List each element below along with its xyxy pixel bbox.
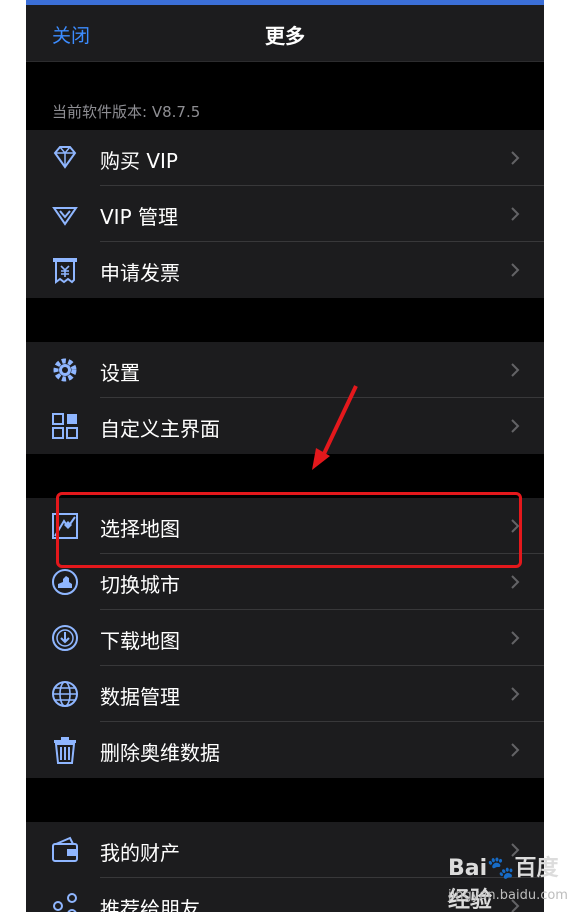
menu-label: 设置 xyxy=(100,361,140,385)
menu-item-switch-city[interactable]: 切换城市 xyxy=(26,554,544,610)
menu-label: 数据管理 xyxy=(100,685,180,709)
menu-label: 申请发票 xyxy=(100,261,180,285)
menu-label: 删除奥维数据 xyxy=(100,741,220,765)
page-title: 更多 xyxy=(265,24,305,48)
app-screen: 关闭 更多 当前软件版本: V8.7.5 购买 VIP VIP 管理 申请发票 … xyxy=(26,0,544,912)
trash-icon xyxy=(54,737,76,764)
download-icon xyxy=(52,625,78,651)
menu-item-buy-vip[interactable]: 购买 VIP xyxy=(26,130,544,186)
menu-item-my-assets[interactable]: 我的财产 xyxy=(26,822,544,878)
menu-label: VIP 管理 xyxy=(100,205,178,229)
chevron-right-icon xyxy=(511,843,520,857)
diamond-icon xyxy=(53,146,77,169)
menu-item-customize[interactable]: 自定义主界面 xyxy=(26,398,544,454)
menu-item-download-map[interactable]: 下载地图 xyxy=(26,610,544,666)
menu-item-data-manage[interactable]: 数据管理 xyxy=(26,666,544,722)
menu-item-delete-data[interactable]: 删除奥维数据 xyxy=(26,722,544,778)
vip-diamond-icon xyxy=(52,207,78,226)
chevron-right-icon xyxy=(511,151,520,165)
chevron-right-icon xyxy=(511,207,520,221)
version-text: 当前软件版本: V8.7.5 xyxy=(52,103,201,121)
account-group: 我的财产 推荐给朋友 xyxy=(26,822,544,912)
wallet-icon xyxy=(52,836,78,862)
chevron-right-icon xyxy=(511,575,520,589)
chevron-right-icon xyxy=(511,519,520,533)
menu-label: 推荐给朋友 xyxy=(100,897,200,912)
menu-label: 自定义主界面 xyxy=(100,417,220,441)
menu-label: 我的财产 xyxy=(100,841,180,865)
map-group: 选择地图 切换城市 下载地图 数据管理 删除奥维数据 xyxy=(26,498,544,778)
share-icon xyxy=(53,893,77,912)
menu-item-select-map[interactable]: 选择地图 xyxy=(26,498,544,554)
menu-label: 切换城市 xyxy=(100,573,180,597)
settings-group: 设置 自定义主界面 xyxy=(26,342,544,454)
chevron-right-icon xyxy=(511,899,520,912)
menu-item-settings[interactable]: 设置 xyxy=(26,342,544,398)
chevron-right-icon xyxy=(511,631,520,645)
vip-group: 购买 VIP VIP 管理 申请发票 xyxy=(26,130,544,298)
menu-item-invoice[interactable]: 申请发票 xyxy=(26,242,544,298)
grid-icon xyxy=(52,413,78,439)
city-icon xyxy=(52,569,78,595)
chevron-right-icon xyxy=(511,687,520,701)
menu-item-vip-manage[interactable]: VIP 管理 xyxy=(26,186,544,242)
nav-bar: 关闭 更多 xyxy=(26,5,544,62)
menu-item-recommend[interactable]: 推荐给朋友 xyxy=(26,878,544,912)
chevron-right-icon xyxy=(511,363,520,377)
chevron-right-icon xyxy=(511,419,520,433)
map-icon xyxy=(52,513,78,539)
invoice-icon xyxy=(53,258,77,284)
menu-label: 选择地图 xyxy=(100,517,180,541)
menu-label: 下载地图 xyxy=(100,629,180,653)
chevron-right-icon xyxy=(511,263,520,277)
globe-icon xyxy=(52,681,78,707)
chevron-right-icon xyxy=(511,743,520,757)
gear-icon xyxy=(53,358,77,382)
menu-label: 购买 VIP xyxy=(100,149,178,173)
